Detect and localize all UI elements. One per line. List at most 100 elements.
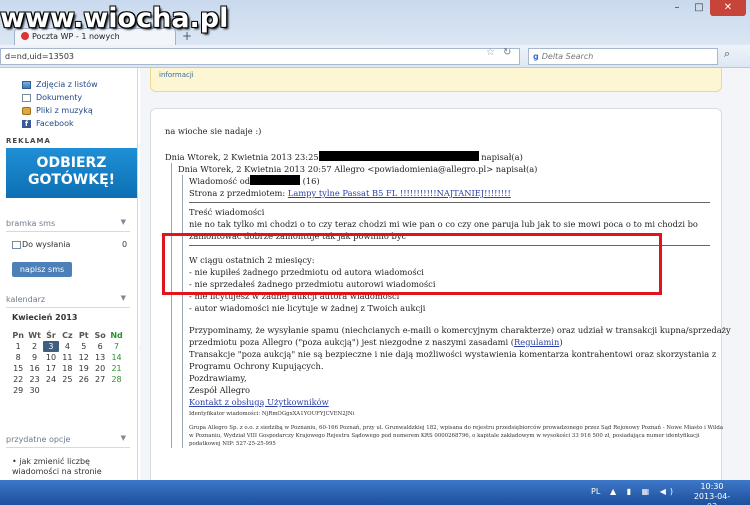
quote-header-1-date: Dnia Wtorek, 2 Kwietnia 2013 23:25 [165, 152, 319, 162]
ad-banner[interactable]: ODBIERZ GOTÓWKĘ! [6, 148, 137, 198]
calendar-day[interactable]: 26 [76, 374, 92, 385]
calendar-day[interactable]: 8 [10, 352, 26, 363]
message-from-suffix: (16) [302, 176, 320, 186]
calendar-day[interactable]: 28 [108, 374, 124, 385]
taskbar: PL ▲ ▮ ▦ ◀) 10:30 2013-04-03 [0, 480, 750, 505]
options-item-label: jak zmienić liczbę wiadomości na stronie [12, 457, 102, 476]
calendar-empty [108, 385, 124, 396]
close-button[interactable]: ✕ [710, 0, 746, 16]
ad-line-1: ODBIERZ [36, 155, 107, 171]
calendar-day[interactable]: 14 [108, 352, 124, 363]
calendar-day[interactable]: 1 [10, 341, 26, 352]
options-item[interactable]: • jak zmienić liczbę wiadomości na stron… [12, 457, 130, 477]
tray-icons[interactable]: ▲ ▮ ▦ ◀) [610, 487, 677, 496]
calendar-empty [59, 385, 75, 396]
sidebar-item-facebook[interactable]: Facebook [36, 119, 74, 128]
highlight-annotation [162, 233, 662, 295]
clock-time: 10:30 [700, 482, 724, 491]
calendar-day[interactable]: 4 [59, 341, 75, 352]
window-controls: – □ ✕ [666, 0, 746, 18]
regulamin-link[interactable]: Regulamin [514, 337, 559, 347]
notice-text[interactable]: informacji [159, 71, 194, 79]
maximize-button[interactable]: □ [688, 0, 710, 16]
calendar-day[interactable]: 30 [26, 385, 42, 396]
calendar-day[interactable]: 10 [43, 352, 59, 363]
calendar-day[interactable]: 9 [26, 352, 42, 363]
calendar-day[interactable]: 23 [26, 374, 42, 385]
message-greeting: na wioche sie nadaje :) [165, 126, 262, 136]
bookmark-star-icon[interactable]: ☆ [486, 47, 495, 58]
write-sms-button[interactable]: napisz sms [12, 262, 72, 277]
item-link[interactable]: Lampy tylne Passat B5 FL !!!!!!!!!!!NAJT… [288, 188, 511, 198]
ad-label: REKLAMA [6, 137, 51, 145]
reminder-line-2-suffix: ) [559, 337, 563, 347]
notice-banner: informacji [150, 68, 722, 92]
minimize-button[interactable]: – [666, 0, 688, 16]
calendar-day[interactable]: 25 [59, 374, 75, 385]
clock[interactable]: 10:30 2013-04-03 [690, 482, 734, 505]
sidebar-item-documents[interactable]: Dokumenty [36, 93, 82, 102]
chevron-down-icon[interactable]: ▼ [121, 294, 126, 302]
search-placeholder: Delta Search [541, 52, 594, 61]
calendar-row: 15 16 17 18 19 20 21 [10, 363, 125, 374]
content-line-1: nie no tak tylko mi chodzi o to czy tera… [189, 219, 698, 229]
calendar-day[interactable]: 11 [59, 352, 75, 363]
calendar-day[interactable]: 29 [10, 385, 26, 396]
contact-link[interactable]: Kontakt z obsługą Użytkowników [189, 396, 710, 408]
sidebar-item-photos[interactable]: Zdjęcia z listów [36, 80, 98, 89]
search-input[interactable]: g Delta Search [528, 48, 718, 65]
sms-outbox-link[interactable]: Do wysłania [22, 240, 70, 249]
chevron-down-icon[interactable]: ▼ [121, 218, 126, 226]
options-panel-title: przydatne opcje [6, 435, 71, 444]
legal-footer-1: Grupa Allegro Sp. z o.o. z siedzibą w Po… [189, 425, 724, 431]
calendar-day[interactable]: 6 [92, 341, 108, 352]
calendar-row: Pn Wt Śr Cz Pt So Nd [10, 330, 125, 341]
quote-header-1-suffix: napisał(a) [481, 152, 523, 162]
calendar-day[interactable]: 19 [76, 363, 92, 374]
message-from: Wiadomość od (16) [189, 175, 710, 187]
calendar-day[interactable]: 12 [76, 352, 92, 363]
calendar-day[interactable]: 13 [92, 352, 108, 363]
content-label: Treść wiadomości [189, 207, 265, 217]
calendar-day[interactable]: 17 [43, 363, 59, 374]
calendar-day[interactable]: 24 [43, 374, 59, 385]
calendar-weekday: Pt [78, 331, 89, 340]
reload-icon[interactable]: ↻ [503, 47, 511, 58]
calendar-day[interactable]: 16 [26, 363, 42, 374]
sms-panel-header[interactable]: bramka sms ▼ [6, 216, 130, 232]
calendar-day[interactable]: 21 [108, 363, 124, 374]
calendar-day[interactable]: 20 [92, 363, 108, 374]
calendar-day[interactable]: 2 [26, 341, 42, 352]
calendar-row: 22 23 24 25 26 27 28 [10, 374, 125, 385]
sidebar-item-music[interactable]: Pliki z muzyką [36, 106, 93, 115]
calendar-empty [76, 385, 92, 396]
calendar-day[interactable]: 3 [42, 341, 60, 352]
item-prefix: Strona z przedmiotem: [189, 188, 286, 198]
chevron-down-icon[interactable]: ▼ [121, 434, 126, 442]
calendar-panel-header[interactable]: kalendarz ▼ [6, 292, 130, 308]
navigation-bar: d=nd,uid=13503 ☆ ↻ g Delta Search ⌕ [0, 45, 750, 68]
language-indicator[interactable]: PL [591, 487, 600, 496]
document-icon [22, 94, 31, 102]
calendar-day[interactable]: 22 [10, 374, 26, 385]
sidebar: Zdjęcia z listów Dokumenty Pliki z muzyk… [0, 68, 138, 480]
calendar-day[interactable]: 18 [59, 363, 75, 374]
sms-outbox-count: 0 [122, 240, 128, 249]
calendar-weekday: Nd [110, 331, 123, 340]
calendar-day[interactable]: 5 [76, 341, 92, 352]
options-panel-header[interactable]: przydatne opcje ▼ [6, 432, 130, 448]
calendar-empty [43, 385, 59, 396]
calendar-day[interactable]: 15 [10, 363, 26, 374]
address-bar[interactable]: d=nd,uid=13503 [0, 48, 520, 65]
calendar-day[interactable]: 7 [108, 341, 124, 352]
regards: Pozdrawiamy, [189, 373, 247, 383]
calendar-day[interactable]: 27 [92, 374, 108, 385]
redacted-sender [318, 151, 479, 161]
reminder-line-1: Przypominamy, że wysyłanie spamu (niechc… [189, 325, 731, 335]
legal-footer-2: w Poznaniu, Wydział VIII Gospodarczy Kra… [189, 433, 700, 439]
quote-header-1: Dnia Wtorek, 2 Kwietnia 2013 23:25 napis… [165, 151, 710, 163]
music-icon [22, 107, 31, 115]
calendar-month: Kwiecień 2013 [12, 313, 78, 322]
calendar-panel-title: kalendarz [6, 295, 46, 304]
search-icon[interactable]: ⌕ [724, 47, 730, 61]
